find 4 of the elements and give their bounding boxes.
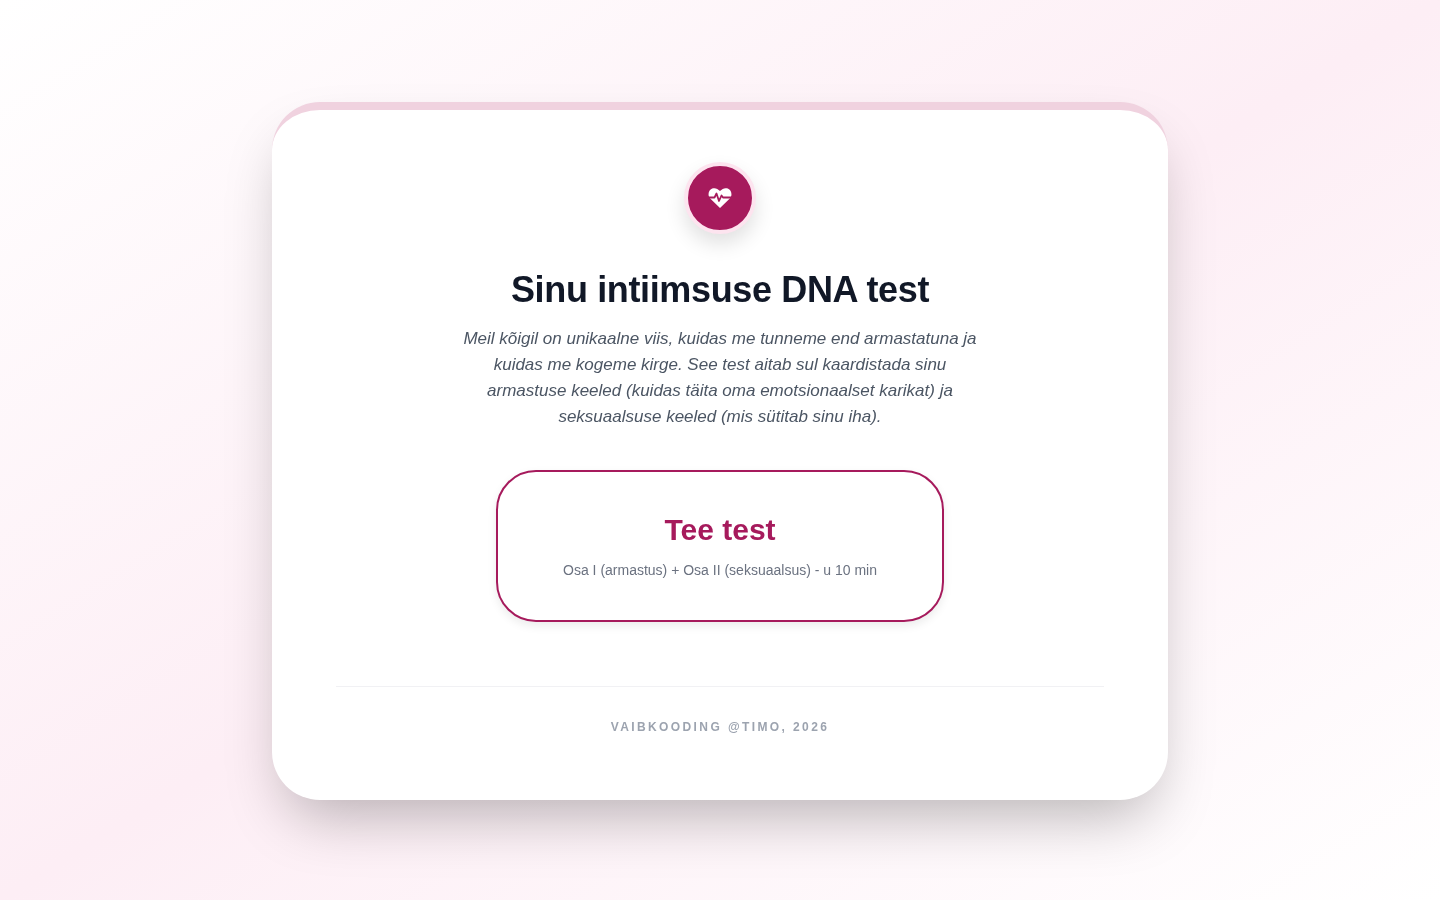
start-test-button[interactable]: Tee test Osa I (armastus) + Osa II (seksuaalsus) - u 10 min (496, 470, 944, 622)
description-text: Meil kõigil on unikaalne viis, kuidas me tunneme end armastatuna ja kuidas me kogeme kirge. See test aitab sul kaardistada sinu armastuse keeled (kuidas täita oma emotsionaalset karikat) ja seksuaalsuse keeled (mis sütitab sinu iha). (462, 328, 978, 428)
page-title: Sinu intiimsuse DNA test (510, 270, 930, 310)
footer-credit: VAIBKOODING @TIMO, 2026 (610, 719, 830, 735)
